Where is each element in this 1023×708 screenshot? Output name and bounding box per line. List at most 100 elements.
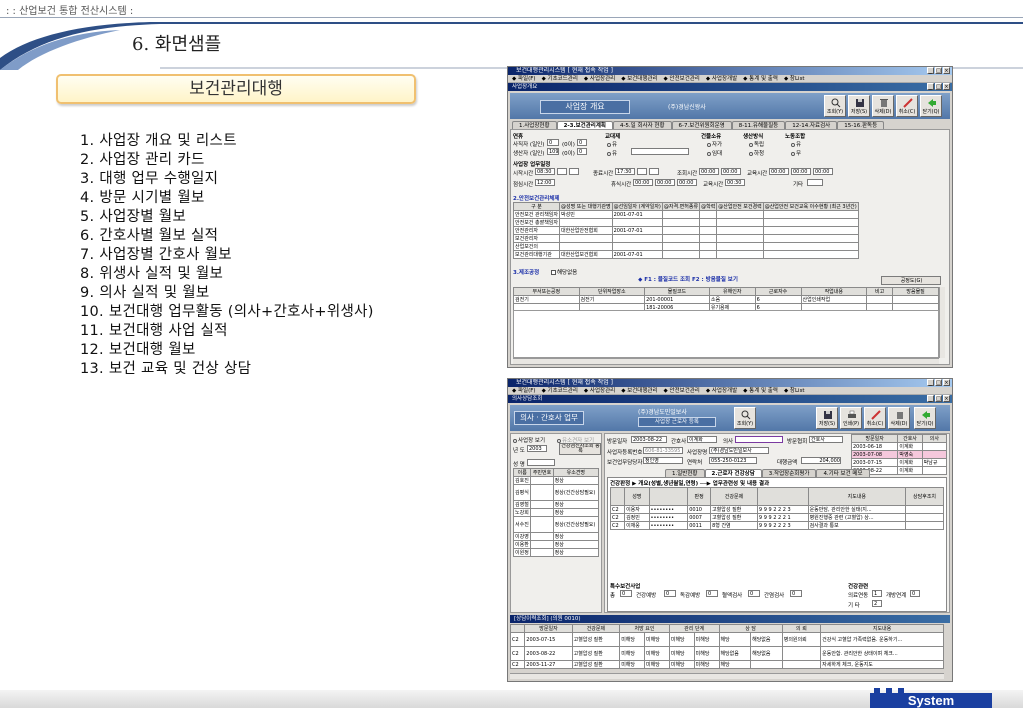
menu-file[interactable]: ◆ 파일(F) [512,75,536,82]
save-button[interactable]: 저장(S) [816,407,838,429]
medical-link-field[interactable]: 1 [872,590,882,597]
nurse-select[interactable]: 이계화 [687,436,717,443]
table-row[interactable]: 안전관리자 대한산업안전협회 2001-07-01 [513,226,859,235]
cancel-button[interactable]: 취소(C) [896,95,918,117]
menu-health-agency[interactable]: ◆ 보건대행관리 [621,387,657,394]
save-button[interactable]: 저장(S) [848,95,870,117]
meeting-time-field[interactable]: 00:00 [699,168,719,175]
menu-business[interactable]: ◆ 사업장관리 [584,75,615,82]
no-process-checkbox[interactable]: 해당없음 [551,268,577,276]
tab-readings[interactable]: 15-16.판독등 [837,121,885,129]
rest-time-field-2[interactable]: 00:00 [655,179,675,186]
table-row[interactable]: 검전기 검전기 201-00001 소음 6 산업인쇄작업 [513,295,939,304]
end-time-sub-field[interactable] [649,168,659,175]
table-row[interactable]: C2 이용자 •••••••• 0010 고혈압성 질환 9 9 9 2 2 2 3 운동만… [609,505,944,514]
resign-field[interactable]: 0 [547,139,559,146]
horizontal-scrollbar[interactable] [513,358,939,364]
vertical-scrollbar[interactable] [939,287,945,358]
lunch-time-field[interactable]: 12:00 [535,179,555,186]
table-row[interactable]: 서수진 정상(건간상담필요) [512,516,600,533]
table-row[interactable]: 김평식 정상(건간상담필요) [512,484,600,501]
table-row[interactable]: 김호진 정상 [512,476,600,485]
checkup-register-button[interactable]: 건강검진자조회 등록 [559,443,601,455]
sub-close-button[interactable]: × [943,83,950,90]
blood-field[interactable]: 0 [748,590,760,597]
end-time-field[interactable]: 17:30 [615,168,635,175]
tab-general[interactable]: 1.일반현황 [665,469,705,477]
table-row[interactable]: C2 이재웅 •••••••• 0011 8형 간염 9 9 9 2 2 2 3 검사결과 … [609,521,944,530]
table-row[interactable]: 2003-07-08 박영숙 [850,450,948,459]
minimize-button[interactable]: _ [927,379,934,386]
production-field[interactable]: 109 [547,148,559,155]
start-time-sub-field[interactable] [569,168,579,175]
table-row[interactable]: C2 2003-07-15 고혈압성 질환 미해당 미해당 미해당 미해당 해당 해당없음 병의원… [509,632,944,647]
sub-minimize-button[interactable]: _ [927,395,934,402]
menu-stats[interactable]: ◆ 통계 및 출력 [743,387,778,394]
minimize-button[interactable]: _ [927,67,934,74]
search-button[interactable]: 조회(Y) [734,407,756,429]
sub-maximize-button[interactable]: □ [935,83,942,90]
maximize-button[interactable]: □ [935,379,942,386]
table-row[interactable]: 보건관리자 [513,234,859,243]
building-owned-radio[interactable]: 자가 [707,140,722,148]
sub-minimize-button[interactable]: _ [927,83,934,90]
start-time-field[interactable]: 08:30 [535,168,555,175]
delete-button[interactable]: 삭제(D) [888,407,910,429]
start-time-sub-field[interactable] [557,168,567,175]
tab-hazards[interactable]: 8-11.유해물질등 [731,121,786,129]
shift-yes-radio[interactable]: 유 [607,140,617,148]
open-link-field[interactable]: 0 [910,590,920,597]
edu-time-field-2[interactable]: 00:00 [791,168,811,175]
menu-basecode[interactable]: ◆ 기초코드관리 [542,387,578,394]
tab-business-status[interactable]: 1.사업장현황 [512,121,557,129]
doctor-select[interactable] [735,436,783,443]
building-rented-radio[interactable]: 임대 [707,149,722,157]
table-row[interactable]: 2003-06-18 이계화 [850,442,948,451]
menu-business[interactable]: ◆ 사업장관리 [584,387,615,394]
maximize-button[interactable]: □ [935,67,942,74]
rest-time-field-3[interactable]: 00:00 [677,179,697,186]
etc-field[interactable] [807,179,823,186]
sub-maximize-button[interactable]: □ [935,395,942,402]
other-field[interactable]: 2 [872,600,882,607]
edu-time-field[interactable]: 00:00 [769,168,789,175]
table-row[interactable]: 안전보건 총괄책임자 [513,218,859,227]
table-row[interactable]: 김영철 정상 [512,500,600,509]
name-search-field[interactable] [527,459,555,466]
print-button[interactable]: 인쇄(P) [840,407,862,429]
union-yes-radio[interactable]: 유 [791,140,801,148]
meeting-time-field-2[interactable]: 00:00 [721,168,741,175]
special-total-field[interactable]: 0 [620,590,632,597]
manager-field[interactable]: 정인영 [643,457,683,464]
union-no-radio[interactable]: 무 [791,149,801,157]
edu-time-field-3[interactable]: 00:00 [813,168,833,175]
end-time-sub-field[interactable] [637,168,647,175]
horizontal-scrollbar[interactable] [510,673,944,679]
menu-dev[interactable]: ◆ 사업장개발 [706,387,737,394]
shift-select[interactable] [631,148,689,155]
table-row[interactable]: 이용환 정상 [512,540,600,549]
table-row[interactable]: C2 2003-11-27 고혈압성 질환 미해당 미해당 미해당 미해당 해당 자세하게 체크… [509,660,944,669]
cancel-button[interactable]: 취소(C) [864,407,886,429]
tab-health-consult[interactable]: 2.근로자 건강상담 [704,469,762,477]
table-row[interactable]: 안전보건 관리책임자 박성민 2001-07-01 [513,210,859,219]
table-row[interactable]: C2 김정민 •••••••• 0007 고혈압성 질환 9 9 9 2 2 2 1 병원진… [609,513,944,522]
table-row[interactable]: 2003-07-15 이계화 박남규 [850,458,948,467]
menu-health-agency[interactable]: ◆ 보건대행관리 [621,75,657,82]
menu-stats[interactable]: ◆ 통계 및 출력 [743,75,778,82]
tab-committee[interactable]: 6-7.보건위원회운영 [671,121,732,129]
production-subcontract-radio[interactable]: 하청 [749,149,764,157]
special-prevent-field[interactable]: 0 [664,590,676,597]
table-row[interactable]: 산업보건의 [513,242,859,251]
close-button[interactable]: × [943,379,950,386]
table-row[interactable]: 보건관리대행기관 대한산업보건협회 2001-07-01 [513,250,859,259]
visit-date-field[interactable]: 2003-08-22 [631,436,667,443]
business-view-radio[interactable]: 사업장 보기 [513,436,545,444]
table-row[interactable]: 이원정 정상 [512,548,600,557]
close-form-button[interactable]: 닫기(Q) [920,95,942,117]
year-select[interactable]: 2003 [527,445,547,452]
tab-health-plan[interactable]: 2-3.보건관리계획 [556,121,613,129]
rest-time-field[interactable]: 00:00 [633,179,653,186]
table-row[interactable]: 노강희 정상 [512,508,600,517]
menu-safety[interactable]: ◆ 안전보건관리 [664,75,700,82]
